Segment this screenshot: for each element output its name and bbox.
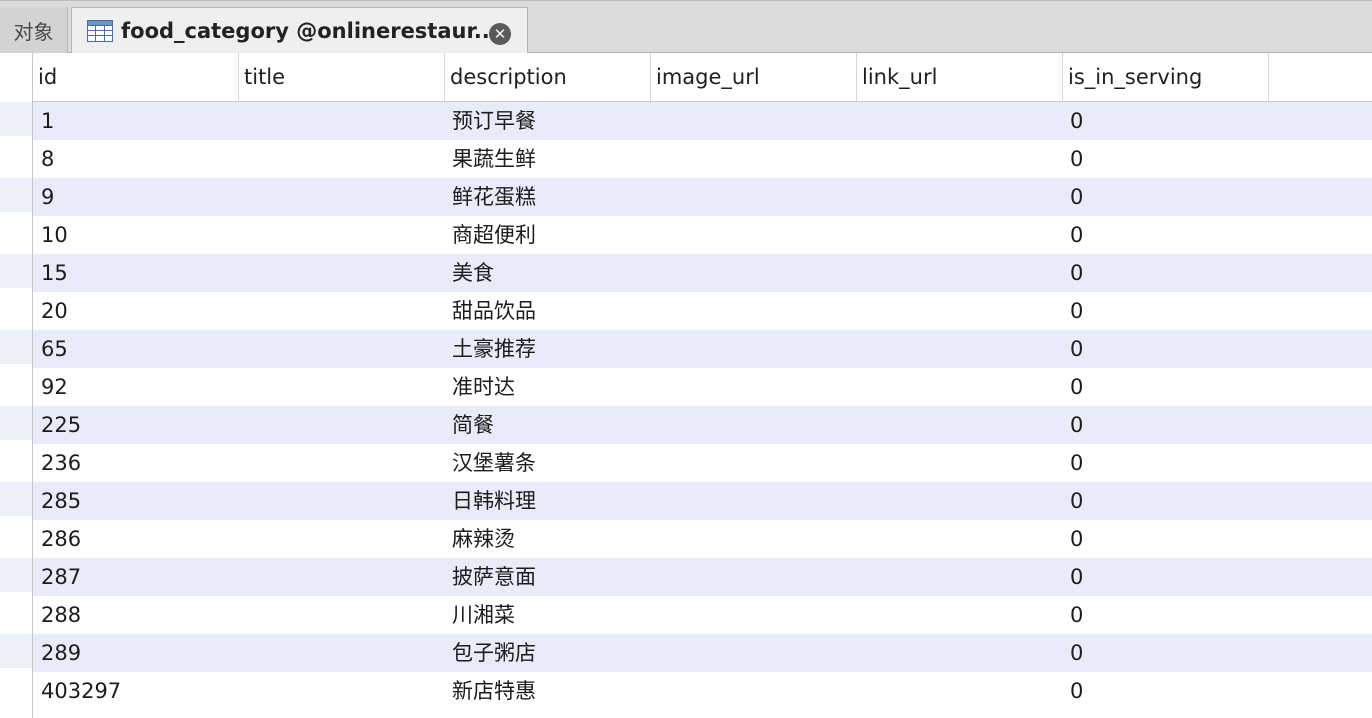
gutter-row-band xyxy=(0,330,32,364)
table-row[interactable]: 10 商超便利 0 xyxy=(33,216,1372,254)
grid-header: id title description image_url link_url … xyxy=(33,53,1372,102)
cell-is-in-serving[interactable]: 0 xyxy=(1070,178,1083,216)
table-row[interactable]: 65 土豪推荐 0 xyxy=(33,330,1372,368)
column-header-is-in-serving[interactable]: is_in_serving xyxy=(1063,53,1269,101)
cell-id[interactable]: 287 xyxy=(41,558,81,596)
data-grid: id title description image_url link_url … xyxy=(33,53,1372,718)
cell-id[interactable]: 403297 xyxy=(41,672,121,710)
table-row[interactable]: 403297 新店特惠 0 xyxy=(33,672,1372,710)
grid-body: 1 预订早餐 0 8 果蔬生鲜 0 9 鲜花蛋糕 0 10 商超便利 0 15 美食 0 20 甜品饮品 0 65 土… xyxy=(33,102,1372,710)
column-header-id[interactable]: id xyxy=(33,53,239,101)
cell-id[interactable]: 92 xyxy=(41,368,68,406)
tab-objects-label: 对象 xyxy=(13,19,54,44)
cell-is-in-serving[interactable]: 0 xyxy=(1070,672,1083,710)
cell-description[interactable]: 商超便利 xyxy=(452,216,536,254)
cell-id[interactable]: 8 xyxy=(41,140,54,178)
cell-description[interactable]: 预订早餐 xyxy=(452,102,536,140)
cell-id[interactable]: 288 xyxy=(41,596,81,634)
cell-is-in-serving[interactable]: 0 xyxy=(1070,140,1083,178)
cell-is-in-serving[interactable]: 0 xyxy=(1070,558,1083,596)
tab-title: food_category @onlinerestaur... xyxy=(121,19,498,43)
table-row[interactable]: 8 果蔬生鲜 0 xyxy=(33,140,1372,178)
cell-id[interactable]: 9 xyxy=(41,178,54,216)
cell-is-in-serving[interactable]: 0 xyxy=(1070,292,1083,330)
cell-is-in-serving[interactable]: 0 xyxy=(1070,368,1083,406)
cell-id[interactable]: 65 xyxy=(41,330,68,368)
cell-id[interactable]: 15 xyxy=(41,254,68,292)
cell-id[interactable]: 225 xyxy=(41,406,81,444)
cell-is-in-serving[interactable]: 0 xyxy=(1070,102,1083,140)
cell-is-in-serving[interactable]: 0 xyxy=(1070,444,1083,482)
tab-objects[interactable]: 对象 xyxy=(0,7,68,53)
column-header-description[interactable]: description xyxy=(445,53,651,101)
cell-is-in-serving[interactable]: 0 xyxy=(1070,406,1083,444)
table-row[interactable]: 286 麻辣烫 0 xyxy=(33,520,1372,558)
cell-id[interactable]: 285 xyxy=(41,482,81,520)
gutter-row-band xyxy=(0,102,32,136)
cell-id[interactable]: 236 xyxy=(41,444,81,482)
table-row[interactable]: 285 日韩料理 0 xyxy=(33,482,1372,520)
cell-id[interactable]: 286 xyxy=(41,520,81,558)
cell-description[interactable]: 披萨意面 xyxy=(452,558,536,596)
table-row[interactable]: 92 准时达 0 xyxy=(33,368,1372,406)
tab-food-category[interactable]: food_category @onlinerestaur... ✕ xyxy=(71,7,528,54)
cell-id[interactable]: 289 xyxy=(41,634,81,672)
cell-is-in-serving[interactable]: 0 xyxy=(1070,254,1083,292)
table-row[interactable]: 288 川湘菜 0 xyxy=(33,596,1372,634)
cell-is-in-serving[interactable]: 0 xyxy=(1070,596,1083,634)
cell-description[interactable]: 汉堡薯条 xyxy=(452,444,536,482)
table-icon xyxy=(87,20,113,42)
cell-description[interactable]: 果蔬生鲜 xyxy=(452,140,536,178)
column-header-title[interactable]: title xyxy=(239,53,445,101)
cell-description[interactable]: 川湘菜 xyxy=(452,596,515,634)
gutter-row-band xyxy=(0,558,32,592)
table-row[interactable]: 236 汉堡薯条 0 xyxy=(33,444,1372,482)
cell-description[interactable]: 简餐 xyxy=(452,406,494,444)
column-header-image-url[interactable]: image_url xyxy=(651,53,857,101)
cell-description[interactable]: 甜品饮品 xyxy=(452,292,536,330)
cell-id[interactable]: 1 xyxy=(41,102,54,140)
tab-bar: 对象 food_category @onlinerestaur... ✕ xyxy=(0,0,1372,54)
table-row[interactable]: 1 预订早餐 0 xyxy=(33,102,1372,140)
cell-description[interactable]: 美食 xyxy=(452,254,494,292)
cell-description[interactable]: 新店特惠 xyxy=(452,672,536,710)
cell-description[interactable]: 包子粥店 xyxy=(452,634,536,672)
cell-is-in-serving[interactable]: 0 xyxy=(1070,330,1083,368)
cell-description[interactable]: 准时达 xyxy=(452,368,515,406)
cell-is-in-serving[interactable]: 0 xyxy=(1070,634,1083,672)
cell-description[interactable]: 土豪推荐 xyxy=(452,330,536,368)
gutter-row-band xyxy=(0,482,32,516)
cell-description[interactable]: 日韩料理 xyxy=(452,482,536,520)
cell-is-in-serving[interactable]: 0 xyxy=(1070,482,1083,520)
cell-description[interactable]: 麻辣烫 xyxy=(452,520,515,558)
table-row[interactable]: 15 美食 0 xyxy=(33,254,1372,292)
cell-description[interactable]: 鲜花蛋糕 xyxy=(452,178,536,216)
cell-is-in-serving[interactable]: 0 xyxy=(1070,216,1083,254)
table-row[interactable]: 20 甜品饮品 0 xyxy=(33,292,1372,330)
column-header-link-url[interactable]: link_url xyxy=(857,53,1063,101)
gutter-row-band xyxy=(0,634,32,668)
table-row[interactable]: 9 鲜花蛋糕 0 xyxy=(33,178,1372,216)
gutter-row-band xyxy=(0,406,32,440)
close-icon[interactable]: ✕ xyxy=(489,23,511,45)
gutter-row-band xyxy=(0,254,32,288)
cell-id[interactable]: 20 xyxy=(41,292,68,330)
cell-is-in-serving[interactable]: 0 xyxy=(1070,520,1083,558)
table-row[interactable]: 289 包子粥店 0 xyxy=(33,634,1372,672)
row-gutter xyxy=(0,53,33,718)
gutter-row-band xyxy=(0,178,32,212)
table-row[interactable]: 225 简餐 0 xyxy=(33,406,1372,444)
cell-id[interactable]: 10 xyxy=(41,216,68,254)
table-row[interactable]: 287 披萨意面 0 xyxy=(33,558,1372,596)
